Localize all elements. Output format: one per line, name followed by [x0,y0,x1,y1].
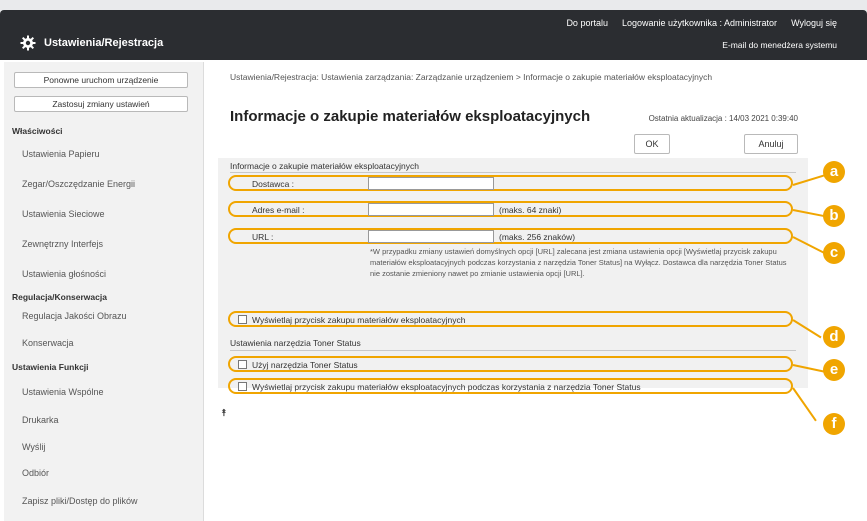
apply-settings-button[interactable]: Zastosuj zmiany ustawień [14,96,188,112]
email-label: Adres e-mail : [252,205,305,215]
email-max-note: (maks. 64 znaki) [499,205,562,215]
restart-device-button[interactable]: Ponowne uruchom urządzenie [14,72,188,88]
top-bar: Do portalu Logowanie użytkownika : Admin… [0,0,867,62]
portal-link[interactable]: Do portalu [566,18,608,28]
sidebar-item-network[interactable]: Ustawienia Sieciowe [22,209,105,219]
callout-marker-e: e [823,359,845,381]
url-info-note: *W przypadku zmiany ustawień domyślnych … [370,247,787,278]
sidebar: Ponowne uruchom urządzenie Zastosuj zmia… [4,62,204,521]
url-max-note: (maks. 256 znaków) [499,232,576,242]
section-supply-info-title: Informacje o zakupie materiałów eksploat… [230,161,419,171]
sidebar-item-receive[interactable]: Odbiór [22,468,49,478]
show-purchase-button-label: Wyświetlaj przycisk zakupu materiałów ek… [252,315,466,325]
sidebar-item-send[interactable]: Wyślij [22,442,45,452]
app-title: Ustawienia/Rejestracja [20,35,163,51]
gear-icon [20,35,36,51]
sidebar-item-volume[interactable]: Ustawienia głośności [22,269,106,279]
use-toner-status-label: Użyj narzędzia Toner Status [252,360,358,370]
sidebar-section-function-settings: Ustawienia Funkcji [12,362,89,372]
sidebar-item-maintenance[interactable]: Konserwacja [22,338,74,348]
login-user-text: Logowanie użytkownika : Administrator [621,18,778,28]
show-purchase-button-checkbox[interactable] [238,315,247,324]
sidebar-item-printer[interactable]: Drukarka [22,415,59,425]
section-divider [230,350,796,351]
show-purchase-button-toner-checkbox[interactable] [238,382,247,391]
use-toner-status-checkbox[interactable] [238,360,247,369]
callout-marker-a: a [823,161,845,183]
ok-button[interactable]: OK [634,134,670,154]
sidebar-section-adjustment: Regulacja/Konserwacja [12,292,107,302]
sidebar-item-store-access-files[interactable]: Zapisz pliki/Dostęp do plików [22,496,138,506]
sidebar-section-properties: Właściwości [12,126,63,136]
url-label: URL : [252,232,274,242]
callout-marker-b: b [823,205,845,227]
logout-link[interactable]: Wyloguj się [791,18,837,28]
section-toner-status-title: Ustawienia narzędzia Toner Status [230,338,361,348]
scroll-to-top-icon[interactable]: ⯭ [221,408,227,419]
supplier-label: Dostawca : [252,179,295,189]
url-input[interactable] [368,230,494,243]
callout-marker-d: d [823,326,845,348]
breadcrumb: Ustawienia/Rejestracja: Ustawienia zarzą… [230,72,713,82]
app-title-text: Ustawienia/Rejestracja [44,37,164,49]
supplier-input[interactable] [368,177,494,190]
sidebar-item-paper[interactable]: Ustawienia Papieru [22,149,100,159]
sidebar-item-external-interface[interactable]: Zewnętrzny Interfejs [22,239,103,249]
header-links: Do portalu Logowanie użytkownika : Admin… [566,18,837,28]
sidebar-item-image-quality[interactable]: Regulacja Jakości Obrazu [22,311,127,321]
highlight-supplier-row [228,175,793,191]
email-input[interactable] [368,203,494,216]
show-purchase-button-toner-label: Wyświetlaj przycisk zakupu materiałów ek… [252,382,641,392]
callout-marker-c: c [823,242,845,264]
cancel-button[interactable]: Anuluj [744,134,798,154]
callout-marker-f: f [823,413,845,435]
last-update-text: Ostatnia aktualizacja : 14/03 2021 0:39:… [648,114,798,123]
section-divider [230,172,796,173]
main-content: Ustawienia/Rejestracja: Ustawienia zarzą… [218,62,808,521]
sidebar-item-timer-energy[interactable]: Zegar/Oszczędzanie Energii [22,179,135,189]
page-title: Informacje o zakupie materiałów eksploat… [230,108,591,125]
email-admin-link[interactable]: E-mail do menedżera systemu [722,40,837,50]
sidebar-item-common[interactable]: Ustawienia Wspólne [22,387,104,397]
